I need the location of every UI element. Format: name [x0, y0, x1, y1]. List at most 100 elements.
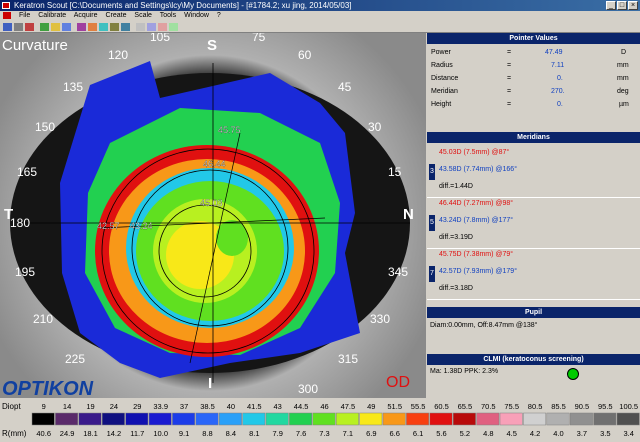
pointer-eq: =	[507, 75, 512, 82]
meridian-value-7mm-steep: 45.75	[218, 125, 241, 135]
pointer-value: 0.	[557, 101, 563, 108]
radius-tick: 14.2	[107, 429, 122, 438]
diopt-tick: 14	[63, 402, 71, 411]
zoom-icon[interactable]	[147, 23, 156, 31]
scale-swatch	[406, 412, 430, 426]
pointer-eq: =	[507, 101, 512, 108]
angle-label-120: 120	[108, 48, 128, 62]
angle-label-105: 105	[150, 33, 170, 44]
diopt-tick: 51.5	[387, 402, 402, 411]
pointer-label: Meridian	[431, 88, 458, 95]
color-scale: Diopt R(mm) 9 14 19 24 29 33.9 37 38.5 40 41.5 43 44.…	[2, 402, 640, 438]
palette-icon[interactable]	[158, 23, 167, 31]
cardinal-temporal: T	[4, 206, 13, 223]
diopt-tick: 44.5	[294, 402, 309, 411]
settings-icon[interactable]	[169, 23, 178, 31]
scale-swatch	[546, 412, 570, 426]
scale-swatch	[218, 412, 242, 426]
right-panel: Pointer Values Power = 47.49 D Radius = …	[427, 33, 640, 398]
diopt-tick: 80.5	[528, 402, 543, 411]
scale-swatch	[289, 412, 313, 426]
meridian-flat: 42.57D (7.93mm) @179°	[439, 268, 517, 275]
menu-scale[interactable]: Scale	[134, 12, 152, 19]
scale-swatch	[616, 412, 640, 426]
acquire-icon[interactable]	[40, 23, 49, 31]
meridian-block-7mm[interactable]: 7 45.75D (7.38mm) @79° 42.57D (7.93mm) @…	[427, 249, 640, 300]
meridian-steep: 45.75D (7.38mm) @79°	[439, 251, 514, 258]
diopt-tick: 90.5	[575, 402, 590, 411]
cardinal-nasal: N	[403, 206, 414, 223]
diopt-tick: 19	[86, 402, 94, 411]
pointer-label: Distance	[431, 75, 459, 82]
radius-tick: 7.9	[272, 429, 282, 438]
pointer-unit: deg	[617, 88, 629, 95]
angle-label-345: 345	[388, 265, 408, 279]
curvature-map-view[interactable]: 105 75 120 60 135 45 150 30 165 15 180 1…	[0, 33, 426, 398]
pointer-unit: D	[621, 49, 627, 56]
save-icon[interactable]	[14, 23, 23, 31]
radius-tick: 4.2	[530, 429, 540, 438]
menu-help[interactable]: ?	[217, 12, 221, 19]
radius-tick: 4.8	[483, 429, 493, 438]
refraction-map-icon[interactable]	[99, 23, 108, 31]
menu-acquire[interactable]: Acquire	[74, 12, 98, 19]
doc-icon	[3, 11, 11, 19]
height-map-icon[interactable]	[88, 23, 97, 31]
corneal-map[interactable]: 105 75 120 60 135 45 150 30 165 15 180 1…	[0, 33, 426, 398]
print-icon[interactable]	[25, 23, 34, 31]
meridian-zone-number: 7	[429, 266, 435, 282]
pointer-row-power: Power = 47.49 D	[427, 46, 640, 59]
menu-file[interactable]: File	[19, 12, 30, 19]
camera-icon[interactable]	[51, 23, 60, 31]
diopt-tick: 55.5	[411, 402, 426, 411]
menu-tools[interactable]: Tools	[160, 12, 176, 19]
pointer-value: 0.	[557, 75, 563, 82]
menu-calibrate[interactable]: Calibrate	[38, 12, 66, 19]
scale-swatch	[101, 412, 125, 426]
radius-tick: 8.1	[249, 429, 259, 438]
diopt-tick: 33.9	[153, 402, 168, 411]
angle-label-300: 300	[298, 382, 318, 396]
diopt-tick: 41.5	[247, 402, 262, 411]
diopt-tick: 43	[274, 402, 282, 411]
diopt-tick: 24	[110, 402, 118, 411]
maximize-button[interactable]: □	[617, 1, 627, 10]
open-icon[interactable]	[3, 23, 12, 31]
cardinal-inferior: I	[208, 375, 212, 392]
grid-icon[interactable]	[136, 23, 145, 31]
angle-label-60: 60	[298, 48, 312, 62]
close-button[interactable]: ×	[628, 1, 638, 10]
map-mode-label: Curvature	[2, 37, 68, 54]
scale-swatch	[593, 412, 617, 426]
diopt-tick: 85.5	[551, 402, 566, 411]
pointer-row-distance: Distance = 0. mm	[427, 72, 640, 85]
meridian-diff: diff.=3.18D	[439, 285, 473, 292]
title-bar: Keratron Scout [C:\Documents and Setting…	[0, 0, 640, 11]
diopt-tick: 40	[227, 402, 235, 411]
pointer-value: 270.	[551, 88, 565, 95]
clmi-status-indicator	[567, 368, 579, 380]
diopt-tick: 37	[180, 402, 188, 411]
angle-label-75: 75	[252, 33, 266, 44]
curvature-map-icon[interactable]	[77, 23, 86, 31]
scale-swatch	[78, 412, 102, 426]
diopt-tick: 47.5	[341, 402, 356, 411]
menu-window[interactable]: Window	[184, 12, 209, 19]
diopt-tick: 75.5	[504, 402, 519, 411]
pointer-label: Power	[431, 49, 451, 56]
difference-map-icon[interactable]	[110, 23, 119, 31]
scale-swatch	[55, 412, 79, 426]
meridian-diff: diff.=1.44D	[439, 183, 473, 190]
menu-create[interactable]: Create	[105, 12, 126, 19]
scale-swatch	[125, 412, 149, 426]
eye-icon[interactable]	[62, 23, 71, 31]
pointer-eq: =	[507, 62, 512, 69]
pupil-text: Diam:0.00mm, Off:8.47mm @138°	[430, 322, 538, 329]
diopt-tick: 29	[133, 402, 141, 411]
radius-label: R(mm)	[2, 429, 27, 438]
angle-label-165: 165	[17, 165, 37, 179]
minimize-button[interactable]: _	[606, 1, 616, 10]
meridian-block-5mm[interactable]: 5 46.44D (7.27mm) @98° 43.24D (7.8mm) @1…	[427, 198, 640, 249]
meridian-block-3mm[interactable]: 3 45.03D (7.5mm) @87° 43.58D (7.74mm) @1…	[427, 147, 640, 198]
3d-view-icon[interactable]	[121, 23, 130, 31]
